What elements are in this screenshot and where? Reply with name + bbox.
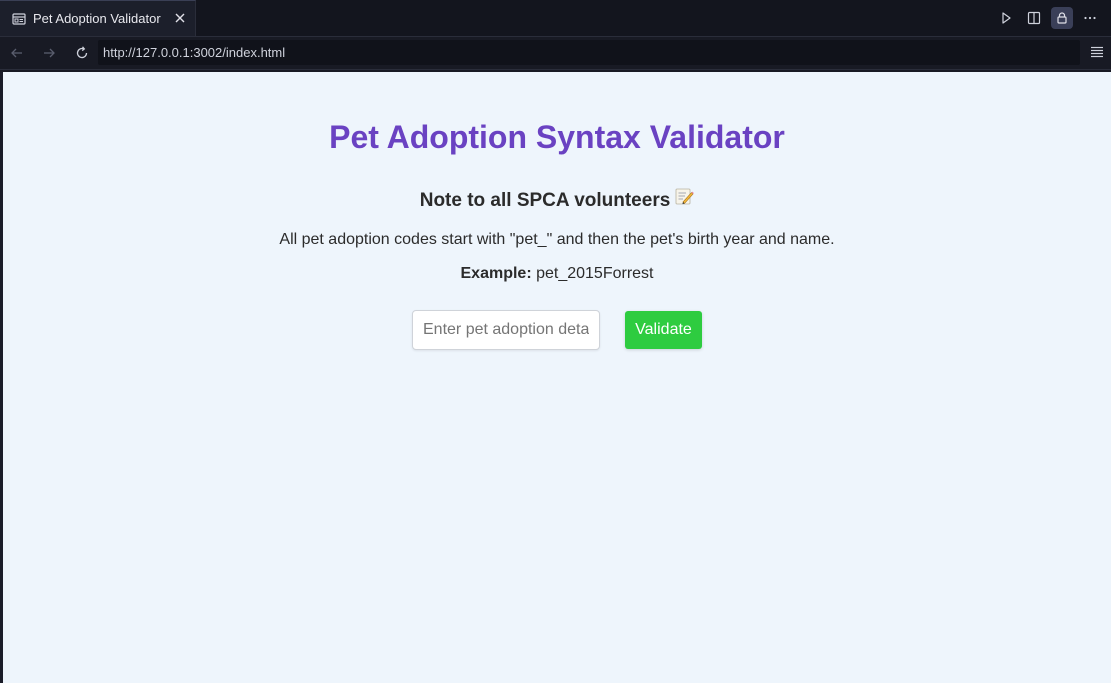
close-icon[interactable] bbox=[173, 11, 187, 25]
url-text: http://127.0.0.1:3002/index.html bbox=[103, 45, 286, 60]
run-icon[interactable] bbox=[995, 7, 1017, 29]
tab-bar: Pet Adoption Validator bbox=[0, 0, 1111, 37]
arrow-left-icon[interactable] bbox=[7, 43, 27, 63]
arrow-right-icon[interactable] bbox=[39, 43, 59, 63]
page-title: Pet Adoption Syntax Validator bbox=[329, 119, 785, 155]
page-icon bbox=[12, 12, 26, 26]
tab-pet-adoption-validator[interactable]: Pet Adoption Validator bbox=[0, 0, 196, 36]
page-viewport: Pet Adoption Syntax Validator Note to al… bbox=[3, 72, 1111, 683]
url-bar[interactable]: http://127.0.0.1:3002/index.html bbox=[98, 40, 1080, 65]
navigation-bar: http://127.0.0.1:3002/index.html bbox=[0, 37, 1111, 70]
validate-button[interactable]: Validate bbox=[625, 311, 702, 349]
note-heading-text: Note to all SPCA volunteers bbox=[419, 190, 671, 212]
tab-actions bbox=[995, 7, 1101, 29]
more-icon[interactable] bbox=[1079, 7, 1101, 29]
split-view-icon[interactable] bbox=[1023, 7, 1045, 29]
description-text: All pet adoption codes start with "pet_"… bbox=[279, 231, 835, 248]
note-heading: Note to all SPCA volunteers bbox=[3, 188, 1111, 214]
memo-icon bbox=[674, 186, 695, 212]
example-value: pet_2015Forrest bbox=[536, 265, 654, 282]
lock-icon[interactable] bbox=[1051, 7, 1073, 29]
tab-title: Pet Adoption Validator bbox=[33, 11, 161, 26]
example-line: Example: pet_2015Forrest bbox=[3, 265, 1111, 283]
example-label: Example: bbox=[460, 265, 532, 282]
pet-adoption-input[interactable] bbox=[412, 310, 600, 350]
reload-icon[interactable] bbox=[72, 43, 92, 63]
menu-icon[interactable] bbox=[1089, 44, 1105, 60]
browser-window: Pet Adoption Validator http://127.0.0.1:… bbox=[0, 0, 1111, 683]
